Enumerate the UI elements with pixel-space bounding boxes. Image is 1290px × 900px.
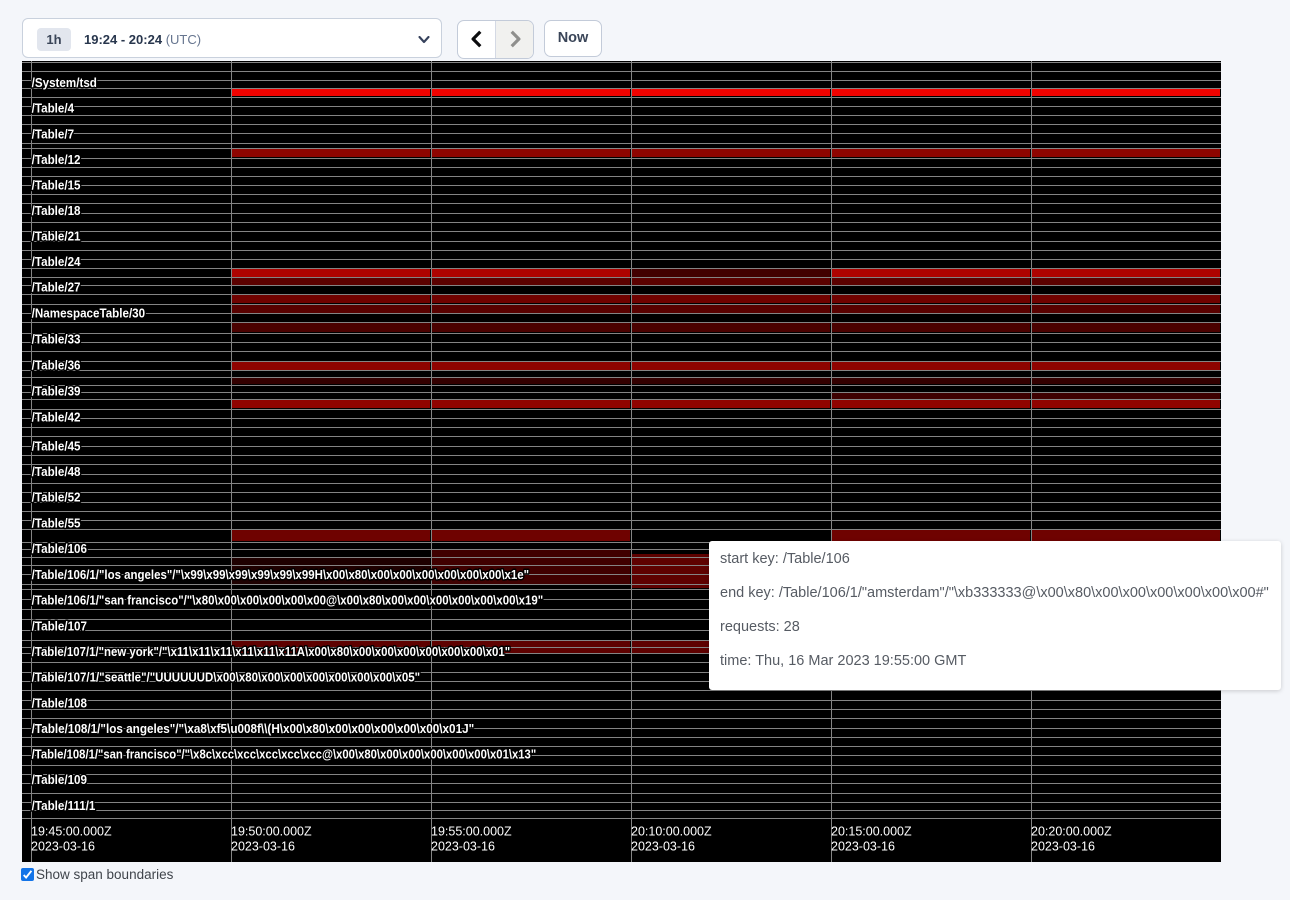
svg-text:/Table/108/1/"san francisco"/": /Table/108/1/"san francisco"/"\x8c\xcc\x… (32, 747, 537, 761)
svg-text:/Table/109: /Table/109 (32, 773, 88, 787)
svg-text:/Table/107/1/"seattle"/"UUUUUU: /Table/107/1/"seattle"/"UUUUUUD\x00\x80\… (32, 670, 420, 684)
svg-text:/Table/36: /Table/36 (32, 358, 81, 372)
svg-text:2023-03-16: 2023-03-16 (1031, 840, 1095, 854)
svg-text:19:45:00.000Z: 19:45:00.000Z (31, 825, 112, 839)
svg-text:/Table/21: /Table/21 (32, 229, 81, 243)
svg-text:/Table/108: /Table/108 (32, 696, 88, 710)
svg-text:/Table/111/1: /Table/111/1 (32, 798, 96, 812)
svg-text:/Table/106: /Table/106 (32, 542, 88, 556)
svg-text:/Table/106/1/"los angeles"/"\x: /Table/106/1/"los angeles"/"\x99\x99\x99… (32, 568, 529, 582)
svg-text:2023-03-16: 2023-03-16 (231, 840, 295, 854)
svg-text:/Table/18: /Table/18 (32, 204, 81, 218)
svg-text:20:15:00.000Z: 20:15:00.000Z (831, 825, 912, 839)
svg-text:/Table/12: /Table/12 (32, 153, 81, 167)
svg-text:/Table/15: /Table/15 (32, 178, 81, 192)
svg-text:/Table/42: /Table/42 (32, 410, 81, 424)
svg-text:2023-03-16: 2023-03-16 (31, 840, 95, 854)
svg-text:/Table/52: /Table/52 (32, 490, 81, 504)
svg-text:/Table/48: /Table/48 (32, 465, 81, 479)
svg-text:20:20:00.000Z: 20:20:00.000Z (1031, 825, 1112, 839)
svg-text:/System/tsd: /System/tsd (32, 76, 97, 90)
svg-text:/Table/24: /Table/24 (32, 255, 81, 269)
svg-text:2023-03-16: 2023-03-16 (431, 840, 495, 854)
svg-text:/Table/39: /Table/39 (32, 384, 81, 398)
svg-text:/Table/107: /Table/107 (32, 619, 88, 633)
svg-text:/Table/4: /Table/4 (32, 101, 75, 115)
svg-text:/Table/108/1/"los angeles"/"\x: /Table/108/1/"los angeles"/"\xa8\xf5\u00… (32, 722, 474, 736)
svg-text:19:50:00.000Z: 19:50:00.000Z (231, 825, 312, 839)
svg-text:20:10:00.000Z: 20:10:00.000Z (631, 825, 712, 839)
svg-text:/Table/7: /Table/7 (32, 127, 75, 141)
svg-text:/Table/33: /Table/33 (32, 332, 81, 346)
svg-text:/Table/55: /Table/55 (32, 516, 81, 530)
svg-text:/Table/107/1/"new york"/"\x11\: /Table/107/1/"new york"/"\x11\x11\x11\x1… (32, 645, 510, 659)
svg-text:2023-03-16: 2023-03-16 (631, 840, 695, 854)
svg-text:/Table/27: /Table/27 (32, 280, 81, 294)
svg-text:19:55:00.000Z: 19:55:00.000Z (431, 825, 512, 839)
svg-text:2023-03-16: 2023-03-16 (831, 840, 895, 854)
svg-text:/Table/106/1/"san francisco"/": /Table/106/1/"san francisco"/"\x80\x00\x… (32, 593, 544, 607)
svg-text:/Table/45: /Table/45 (32, 439, 81, 453)
svg-text:/NamespaceTable/30: /NamespaceTable/30 (32, 306, 146, 320)
